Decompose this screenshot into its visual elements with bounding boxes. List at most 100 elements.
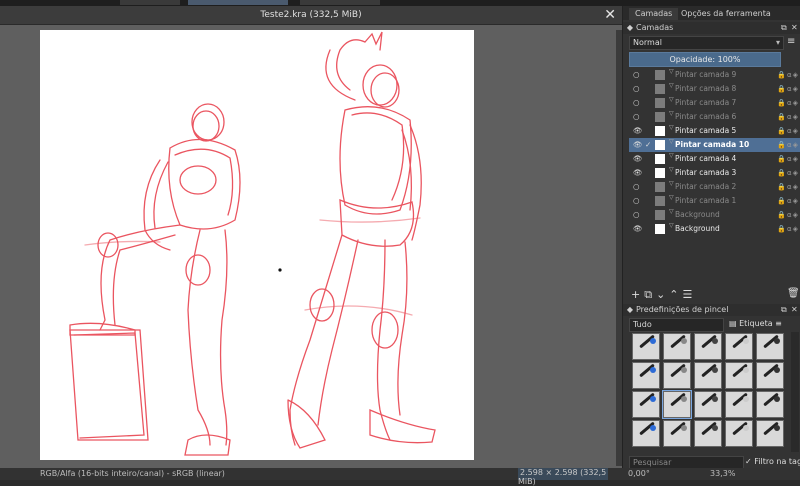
- layer-lock-icons[interactable]: 🔒α◈: [777, 208, 799, 222]
- layer-name: Pintar camada 4: [675, 154, 737, 163]
- visibility-eye-icon[interactable]: ○: [633, 194, 641, 208]
- visibility-eye-icon[interactable]: 👁: [633, 166, 643, 180]
- layer-thumbnail: [655, 70, 665, 80]
- brush-tip-icon: [743, 425, 749, 431]
- visibility-eye-icon[interactable]: ○: [633, 208, 641, 222]
- layers-icon: ◆: [626, 23, 634, 32]
- panel-tabs: Camadas Opções da ferramenta: [623, 6, 800, 20]
- brush-preset-tile[interactable]: [725, 420, 753, 447]
- brush-preset-tile[interactable]: [756, 391, 784, 418]
- visibility-eye-icon[interactable]: 👁: [633, 138, 643, 152]
- layer-thumbnail: [655, 112, 665, 122]
- visibility-eye-icon[interactable]: ○: [633, 96, 641, 110]
- layer-lock-icons[interactable]: 🔒α◈: [777, 152, 799, 166]
- tab-layers[interactable]: Camadas: [629, 8, 679, 20]
- layer-row[interactable]: ○ ▽ Background 🔒α◈: [629, 208, 800, 222]
- close-dock-icon[interactable]: ✕: [791, 22, 798, 34]
- layer-lock-icons[interactable]: 🔒α◈: [777, 222, 799, 236]
- visibility-eye-icon[interactable]: ○: [633, 110, 641, 124]
- brush-preset-tile[interactable]: [694, 420, 722, 447]
- visibility-eye-icon[interactable]: 👁: [633, 124, 643, 138]
- tag-select[interactable]: Tudo: [629, 318, 724, 332]
- visibility-eye-icon[interactable]: ○: [633, 180, 641, 194]
- close-dock-icon[interactable]: ✕: [791, 304, 798, 316]
- layer-lock-icons[interactable]: 🔒α◈: [777, 166, 799, 180]
- visibility-eye-icon[interactable]: ○: [633, 68, 641, 82]
- layer-lock-icons[interactable]: 🔒α◈: [777, 180, 799, 194]
- brush-tip-icon: [681, 425, 687, 431]
- layer-lock-icons[interactable]: 🔒α◈: [777, 110, 799, 124]
- canvas-page[interactable]: [40, 30, 474, 460]
- layer-row[interactable]: ○ ▽ Pintar camada 7 🔒α◈: [629, 96, 800, 110]
- brush-preset-tile[interactable]: [756, 362, 784, 389]
- clip-icon: ▽: [669, 110, 674, 117]
- layer-menu-icon[interactable]: ≡: [787, 36, 795, 47]
- layer-thumbnail: [655, 126, 665, 136]
- layer-row[interactable]: 👁 ▽ Background 🔒α◈: [629, 222, 800, 236]
- blend-mode-select[interactable]: Normal ▾: [629, 36, 784, 50]
- visibility-eye-icon[interactable]: 👁: [633, 222, 643, 236]
- brush-preset-tile[interactable]: [663, 333, 691, 360]
- float-icon[interactable]: ⧉: [781, 22, 787, 34]
- brush-tip-icon: [774, 396, 780, 402]
- duplicate-layer-icon[interactable]: ⧉: [644, 288, 652, 301]
- layer-lock-icons[interactable]: 🔒α◈: [777, 82, 799, 96]
- visibility-eye-icon[interactable]: 👁: [633, 152, 643, 166]
- move-down-icon[interactable]: ⌄: [656, 288, 665, 301]
- tag-label[interactable]: ▤ Etiqueta ≡: [729, 319, 782, 328]
- layer-row[interactable]: ○ ▽ Pintar camada 8 🔒α◈: [629, 82, 800, 96]
- canvas-area[interactable]: Teste2.kra (332,5 MiB) ✕: [0, 6, 622, 468]
- properties-icon[interactable]: ☰: [683, 288, 693, 301]
- layer-lock-icons[interactable]: 🔒α◈: [777, 138, 799, 152]
- brushes-title: Predefinições de pincel: [636, 305, 729, 314]
- brush-preset-tile[interactable]: [662, 390, 692, 419]
- brush-preset-tile[interactable]: [663, 420, 691, 447]
- move-up-icon[interactable]: ⌃: [669, 288, 678, 301]
- layer-row[interactable]: ○ ▽ Pintar camada 1 🔒α◈: [629, 194, 800, 208]
- tag-label-text: Etiqueta: [739, 319, 773, 328]
- layer-check-icon[interactable]: ✓: [645, 138, 653, 152]
- brush-preset-tile[interactable]: [632, 362, 660, 389]
- status-bar: RGB/Alfa (16-bits inteiro/canal) - sRGB …: [0, 468, 800, 486]
- layer-lock-icons[interactable]: 🔒α◈: [777, 96, 799, 110]
- brush-preset-tile[interactable]: [756, 420, 784, 447]
- brush-preset-tile[interactable]: [694, 362, 722, 389]
- add-layer-icon[interactable]: +: [631, 288, 640, 301]
- brush-preset-tile[interactable]: [632, 333, 660, 360]
- clip-icon: ▽: [669, 96, 674, 103]
- layer-row[interactable]: 👁 ▽ Pintar camada 5 🔒α◈: [629, 124, 800, 138]
- layer-name: Pintar camada 5: [675, 126, 737, 135]
- brush-preset-tile[interactable]: [663, 362, 691, 389]
- clip-icon: ▽: [669, 194, 674, 201]
- brush-preset-tile[interactable]: [756, 333, 784, 360]
- brush-scrollbar[interactable]: [791, 332, 799, 452]
- close-icon[interactable]: ✕: [604, 6, 616, 24]
- zoom-readout[interactable]: 33,3%: [710, 469, 735, 478]
- layer-lock-icons[interactable]: 🔒α◈: [777, 194, 799, 208]
- float-icon[interactable]: ⧉: [781, 304, 787, 316]
- layer-row[interactable]: 👁 ▽ Pintar camada 3 🔒α◈: [629, 166, 800, 180]
- brush-preset-tile[interactable]: [632, 420, 660, 447]
- layer-row[interactable]: ○ ▽ Pintar camada 9 🔒α◈: [629, 68, 800, 82]
- tab-tool-options[interactable]: Opções da ferramenta: [675, 8, 777, 20]
- delete-layer-icon[interactable]: 🗑: [787, 288, 800, 299]
- brush-preset-tile[interactable]: [632, 391, 660, 418]
- brush-tip-icon: [650, 338, 656, 344]
- brush-preset-tile[interactable]: [725, 391, 753, 418]
- layer-row[interactable]: 👁 ▽ Pintar camada 4 🔒α◈: [629, 152, 800, 166]
- layer-lock-icons[interactable]: 🔒α◈: [777, 68, 799, 82]
- layer-lock-icons[interactable]: 🔒α◈: [777, 124, 799, 138]
- brush-preset-tile[interactable]: [725, 362, 753, 389]
- filter-in-tag-checkbox[interactable]: ✓ Filtro na tag: [745, 457, 800, 466]
- brush-preset-tile[interactable]: [725, 333, 753, 360]
- layer-toolbar: + ⧉ ⌄ ⌃ ☰: [631, 288, 696, 302]
- brush-preset-tile[interactable]: [694, 333, 722, 360]
- layer-row[interactable]: ○ ▽ Pintar camada 6 🔒α◈: [629, 110, 800, 124]
- layer-thumbnail: [655, 182, 665, 192]
- clip-icon: ▽: [669, 222, 674, 229]
- opacity-slider[interactable]: Opacidade: 100%: [629, 52, 781, 67]
- visibility-eye-icon[interactable]: ○: [633, 82, 641, 96]
- layer-row[interactable]: 👁 ✓ ▽ Pintar camada 10 🔒α◈: [629, 138, 800, 152]
- layer-row[interactable]: ○ ▽ Pintar camada 2 🔒α◈: [629, 180, 800, 194]
- brush-preset-tile[interactable]: [694, 391, 722, 418]
